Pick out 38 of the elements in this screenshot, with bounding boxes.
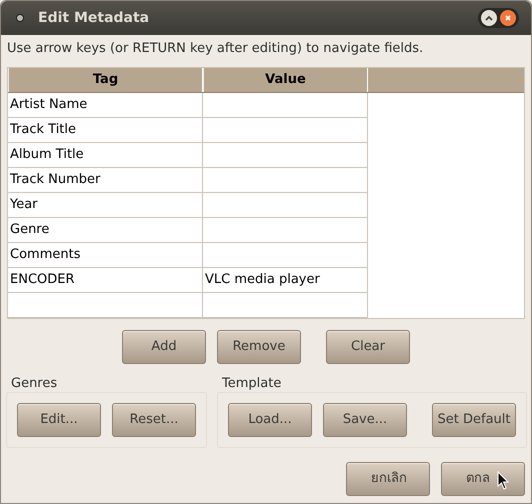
button[interactable]: Set Default [432,403,516,437]
empty-cell[interactable] [203,93,368,118]
empty-cell[interactable] [8,293,203,318]
button[interactable]: Reset... [112,403,196,437]
empty-cell[interactable] [203,143,368,168]
empty-cell[interactable] [203,168,368,193]
empty-cell[interactable] [203,193,368,218]
table-cell[interactable]: Album Title [8,143,203,168]
empty-cell[interactable] [203,218,368,243]
button[interactable]: ยกเลิก [346,462,430,496]
column-header[interactable]: Value [203,68,368,92]
column-header[interactable]: Tag [8,68,203,92]
group-label: Template [221,375,282,392]
button[interactable]: Edit... [17,403,101,437]
empty-cell[interactable] [203,118,368,143]
group-label: Genres [10,375,58,392]
table-cell[interactable]: Comments [8,243,203,268]
table-cell[interactable]: VLC media player [203,268,368,293]
button[interactable]: Save... [323,403,407,437]
button[interactable]: ตกล [441,462,525,496]
close-icon[interactable] [500,10,516,26]
window-title: Edit Metadata [38,8,150,28]
empty-cell[interactable] [203,243,368,268]
button[interactable]: Add [122,330,206,364]
table-cell[interactable]: Track Title [8,118,203,143]
button[interactable]: Load... [228,403,312,437]
button[interactable]: Remove [217,330,301,364]
mouse-pointer-icon [497,471,509,490]
table-cell[interactable]: Track Number [8,168,203,193]
table-cell[interactable]: Year [8,193,203,218]
button[interactable]: Clear [326,330,410,364]
instruction-text: Use arrow keys (or RETURN key after editing) to navigate fields. [6,40,424,58]
table-cell[interactable]: Artist Name [8,93,203,118]
table-cell[interactable]: Genre [8,218,203,243]
table-cell[interactable]: ENCODER [8,268,203,293]
window-menu-icon[interactable] [16,14,24,22]
empty-cell[interactable] [203,293,368,318]
maximize-icon[interactable] [481,10,497,26]
